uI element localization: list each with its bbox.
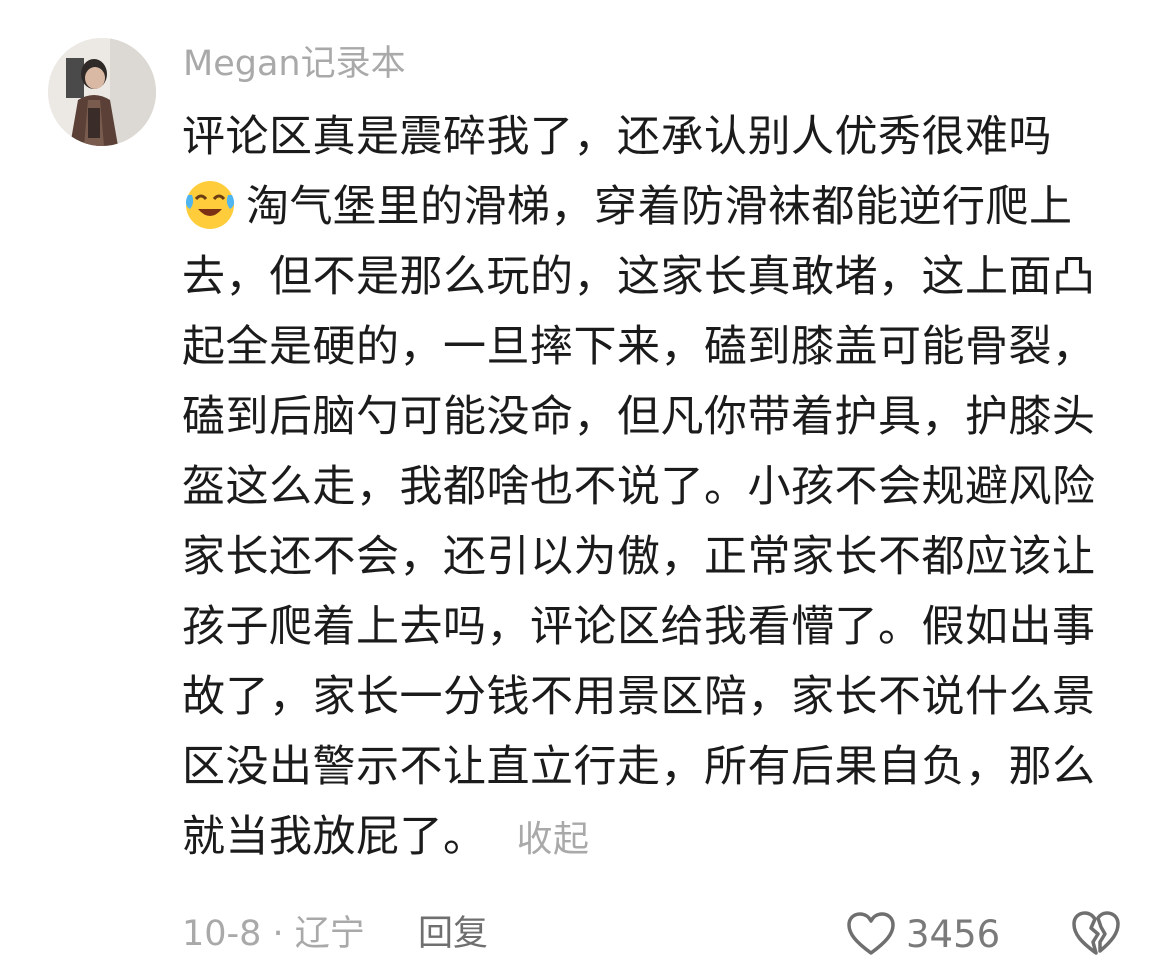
reply-button[interactable]: 回复 xyxy=(418,908,488,960)
comment-line: 孩子爬着上去吗，评论区给我看懵了。假如出事 xyxy=(182,602,1096,652)
user-avatar[interactable] xyxy=(48,38,156,146)
comment-line: 起全是硬的，一旦摔下来，磕到膝盖可能骨裂， xyxy=(182,322,1096,372)
like-count: 3456 xyxy=(906,912,1001,956)
comment-line: 评论区真是震碎我了，还承认别人优秀很难吗 xyxy=(182,112,1052,162)
comment-line: 磕到后脑勺可能没命，但凡你带着护具，护膝头 xyxy=(182,392,1096,442)
comment-line: 故了，家长一分钱不用景区陪，家长不说什么景 xyxy=(182,672,1096,722)
broken-heart-icon[interactable] xyxy=(1071,908,1121,958)
comment-line: 去，但不是那么玩的，这家长真敢堵，这上面凸 xyxy=(182,252,1096,302)
comment-text: 评论区真是震碎我了，还承认别人优秀很难吗 淘气堡里的滑梯，穿着防滑袜都能逆行爬上… xyxy=(182,102,1112,872)
comment-line: 家长还不会，还引以为傲，正常家长不都应该让 xyxy=(182,532,1096,582)
username[interactable]: Megan记录本 xyxy=(183,40,406,88)
crying-laughing-emoji-icon xyxy=(185,181,235,229)
comment-line: 盔这么走，我都啥也不说了。小孩不会规避风险 xyxy=(182,462,1096,512)
heart-icon xyxy=(847,912,895,955)
collapse-button[interactable]: 收起 xyxy=(517,819,590,860)
comment-last-line: 就当我放屁了。 收起 xyxy=(182,802,1112,872)
comment-line-text: 就当我放屁了。 xyxy=(182,812,487,862)
comment-line: 区没出警示不让直立行走，所有后果自负，那么 xyxy=(182,742,1096,792)
comment-date-location: 10-8 · 辽宁 xyxy=(182,914,365,954)
comment-line-with-emoji: 淘气堡里的滑梯，穿着防滑袜都能逆行爬上 xyxy=(182,172,1112,242)
comment-line-text: 淘气堡里的滑梯，穿着防滑袜都能逆行爬上 xyxy=(246,182,1073,232)
like-button[interactable]: 3456 xyxy=(846,906,1000,962)
